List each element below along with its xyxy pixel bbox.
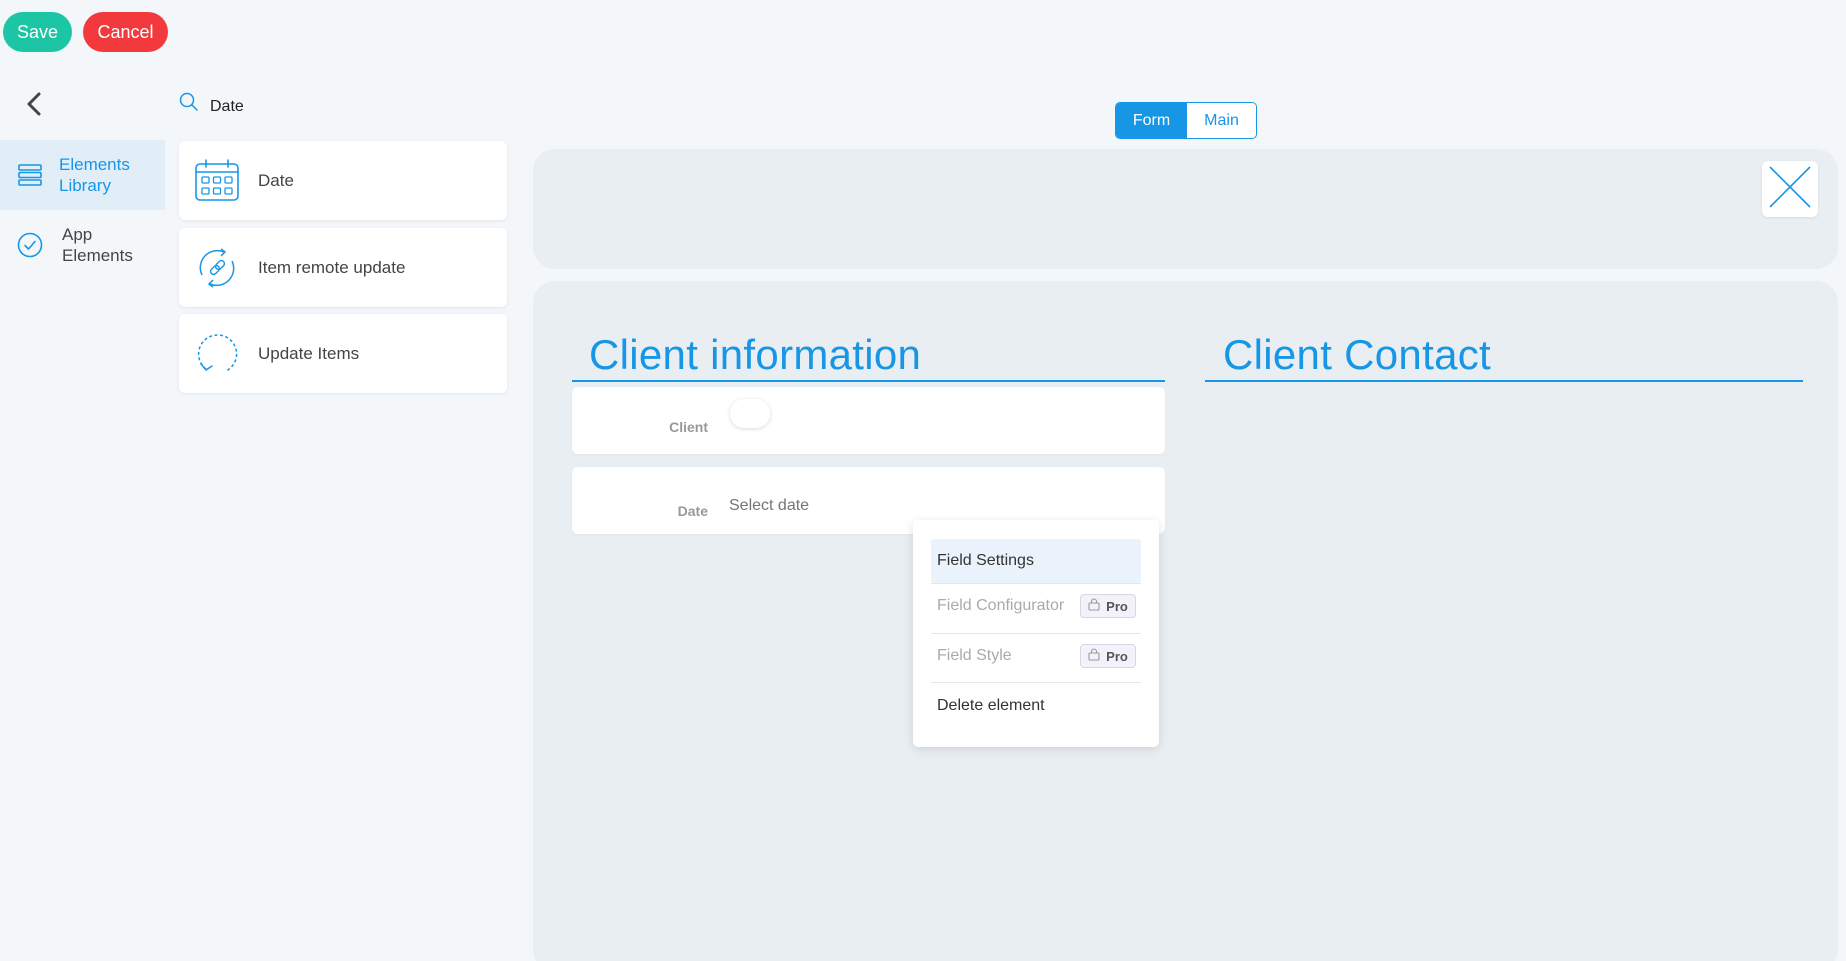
- pro-badge-label: Pro: [1106, 648, 1128, 664]
- form-header-panel: [533, 149, 1838, 269]
- section-divider: [572, 380, 1165, 382]
- layers-icon: [16, 161, 44, 189]
- tab-main[interactable]: Main: [1187, 103, 1256, 138]
- field-client[interactable]: Client: [572, 387, 1165, 454]
- chevron-left-icon[interactable]: [22, 90, 48, 118]
- tab-form[interactable]: Form: [1116, 103, 1187, 138]
- field-label: Date: [677, 503, 708, 519]
- pro-badge: Pro: [1080, 644, 1136, 668]
- search-icon: [178, 91, 200, 113]
- form-canvas: Client information Client Contact Client…: [533, 281, 1838, 961]
- search-input[interactable]: [210, 98, 490, 116]
- save-button[interactable]: Save: [3, 12, 72, 52]
- element-card-label: Date: [258, 170, 294, 190]
- calendar-icon: [194, 158, 240, 204]
- date-picker-input[interactable]: [729, 497, 929, 515]
- menu-item-label: Field Configurator: [937, 597, 1065, 614]
- element-card-date[interactable]: Date: [179, 141, 507, 220]
- menu-item-field-settings[interactable]: Field Settings: [931, 539, 1141, 583]
- check-circle-icon: [16, 231, 44, 259]
- sidebar-nav: Elements Library App Elements: [0, 140, 165, 280]
- lock-icon: [1088, 598, 1100, 614]
- sidebar-item-label: Elements Library: [59, 155, 130, 195]
- field-label: Client: [669, 419, 708, 435]
- close-icon: [1767, 164, 1813, 215]
- menu-item-field-style[interactable]: Field Style Pro: [931, 634, 1141, 678]
- element-card-item-remote-update[interactable]: Item remote update: [179, 228, 507, 307]
- menu-item-delete-element[interactable]: Delete element: [931, 684, 1141, 728]
- client-toggle[interactable]: [730, 399, 770, 428]
- menu-item-label: Field Settings: [937, 552, 1034, 569]
- menu-item-label: Delete element: [937, 697, 1045, 714]
- sidebar-item-app-elements[interactable]: App Elements: [0, 210, 165, 280]
- sidebar-item-label: App Elements: [62, 225, 133, 265]
- lock-icon: [1088, 648, 1100, 664]
- section-title-client-contact: Client Contact: [1223, 331, 1491, 378]
- refresh-icon: [194, 331, 240, 377]
- close-button[interactable]: [1762, 161, 1818, 217]
- menu-divider: [931, 682, 1141, 683]
- sidebar-item-elements-library[interactable]: Elements Library: [0, 140, 165, 210]
- field-context-menu: Field Settings Field Configurator Pro Fi…: [913, 520, 1159, 747]
- pro-badge: Pro: [1080, 594, 1136, 618]
- element-card-label: Item remote update: [258, 257, 406, 277]
- menu-item-field-configurator[interactable]: Field Configurator Pro: [931, 584, 1141, 628]
- view-tabs: Form Main: [1115, 102, 1257, 139]
- section-divider: [1205, 380, 1803, 382]
- element-card-update-items[interactable]: Update Items: [179, 314, 507, 393]
- section-title-client-information: Client information: [589, 331, 922, 378]
- link-sync-icon: [194, 245, 240, 291]
- menu-item-label: Field Style: [937, 647, 1012, 664]
- cancel-button[interactable]: Cancel: [83, 12, 168, 52]
- form-builder-screen: Save Cancel Elements Library App Element…: [0, 0, 1846, 961]
- element-search: [178, 90, 508, 124]
- pro-badge-label: Pro: [1106, 598, 1128, 614]
- element-card-label: Update Items: [258, 343, 360, 363]
